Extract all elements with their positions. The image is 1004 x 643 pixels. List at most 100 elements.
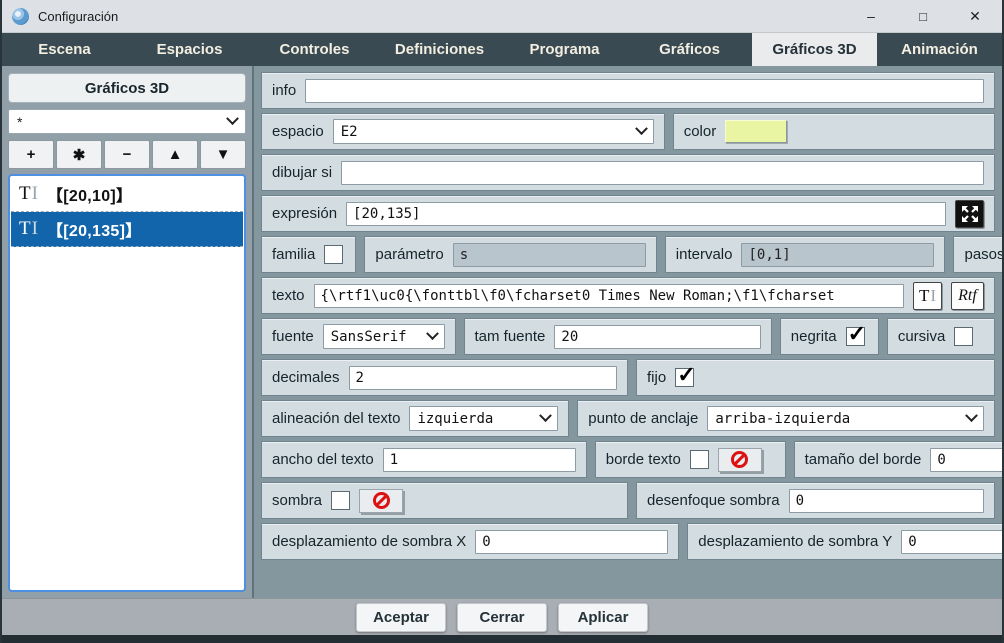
dibujar-si-group: dibujar si bbox=[261, 154, 995, 191]
negrita-group: negrita bbox=[780, 318, 879, 355]
fijo-checkbox[interactable] bbox=[675, 368, 694, 387]
rtf-editor-button[interactable]: Rtf bbox=[951, 282, 984, 310]
list-item[interactable]: TI 【[20,10]】 bbox=[11, 177, 243, 212]
decimales-input[interactable] bbox=[349, 366, 617, 390]
espacio-label: espacio bbox=[272, 123, 324, 140]
tab-graficos-3d[interactable]: Gráficos 3D bbox=[752, 33, 877, 66]
alineacion-select[interactable]: izquierda bbox=[409, 406, 558, 431]
list-item-label: 【[20,10]】 bbox=[47, 182, 132, 206]
window-title: Configuración bbox=[38, 9, 118, 24]
borde-texto-group: borde texto bbox=[595, 441, 786, 478]
cursiva-group: cursiva bbox=[887, 318, 995, 355]
chevron-down-icon bbox=[426, 327, 439, 340]
tam-fuente-input[interactable] bbox=[554, 325, 760, 349]
dibujar-si-input[interactable] bbox=[341, 161, 984, 185]
sombra-checkbox[interactable] bbox=[331, 491, 350, 510]
fuente-select[interactable]: SansSerif bbox=[323, 324, 445, 349]
tab-graficos[interactable]: Gráficos bbox=[627, 33, 752, 66]
intervalo-input bbox=[741, 243, 934, 267]
move-up-button[interactable]: ▲ bbox=[152, 140, 198, 169]
chevron-down-icon bbox=[226, 112, 239, 125]
no-color-icon bbox=[731, 451, 748, 468]
negrita-checkbox[interactable] bbox=[846, 327, 865, 346]
chevron-down-icon bbox=[539, 409, 552, 422]
apply-button[interactable]: Aplicar bbox=[558, 603, 648, 632]
list-item-selected[interactable]: TI 【[20,135]】 bbox=[11, 212, 243, 247]
text-object-icon: TI bbox=[19, 183, 38, 205]
cursiva-checkbox[interactable] bbox=[954, 327, 973, 346]
accept-button[interactable]: Aceptar bbox=[356, 603, 446, 632]
close-button[interactable]: Cerrar bbox=[457, 603, 547, 632]
ancho-texto-input[interactable] bbox=[383, 448, 576, 472]
decimales-group: decimales bbox=[261, 359, 628, 396]
parametro-input bbox=[453, 243, 646, 267]
intervalo-group: intervalo bbox=[665, 236, 946, 273]
fijo-group: fijo bbox=[636, 359, 995, 396]
color-label: color bbox=[684, 123, 717, 140]
tab-controles[interactable]: Controles bbox=[252, 33, 377, 66]
info-group: info bbox=[261, 72, 995, 109]
sombra-color-button[interactable] bbox=[359, 489, 403, 513]
minimize-icon[interactable]: – bbox=[862, 9, 880, 23]
tam-fuente-label: tam fuente bbox=[475, 328, 546, 345]
tab-definiciones[interactable]: Definiciones bbox=[377, 33, 502, 66]
objects-sidebar: Gráficos 3D * + ✱ − ▲ ▼ TI 【[20,10]】 TI … bbox=[2, 66, 254, 598]
maximize-icon[interactable]: □ bbox=[914, 10, 932, 23]
color-swatch[interactable] bbox=[725, 120, 787, 143]
espacio-group: espacio E2 bbox=[261, 113, 665, 150]
espacio-select[interactable]: E2 bbox=[333, 119, 654, 144]
ancho-texto-label: ancho del texto bbox=[272, 451, 374, 468]
anclaje-label: punto de anclaje bbox=[588, 410, 698, 427]
plain-text-button[interactable]: TI bbox=[913, 282, 942, 310]
familia-checkbox[interactable] bbox=[324, 245, 343, 264]
add-object-button[interactable]: + bbox=[8, 140, 54, 169]
desp-x-label: desplazamiento de sombra X bbox=[272, 533, 466, 550]
text-cursor-icon: I bbox=[930, 286, 936, 306]
dialog-content: Gráficos 3D * + ✱ − ▲ ▼ TI 【[20,10]】 TI … bbox=[2, 66, 1002, 598]
pasos-label: pasos bbox=[964, 246, 1002, 263]
close-icon[interactable]: ✕ bbox=[966, 9, 984, 23]
borde-texto-label: borde texto bbox=[606, 451, 681, 468]
tab-programa[interactable]: Programa bbox=[502, 33, 627, 66]
anclaje-value: arriba-izquierda bbox=[715, 411, 959, 427]
info-input[interactable] bbox=[305, 79, 984, 103]
fuente-value: SansSerif bbox=[331, 329, 420, 345]
tab-espacios[interactable]: Espacios bbox=[127, 33, 252, 66]
desp-y-input[interactable] bbox=[901, 530, 1002, 554]
list-item-label: 【[20,135]】 bbox=[47, 217, 142, 241]
object-filter-select[interactable]: * bbox=[8, 109, 246, 134]
chevron-down-icon bbox=[635, 122, 648, 135]
parametro-label: parámetro bbox=[375, 246, 443, 263]
tab-bar: Escena Espacios Controles Definiciones P… bbox=[2, 33, 1002, 66]
move-down-button[interactable]: ▼ bbox=[200, 140, 246, 169]
desp-y-label: desplazamiento de sombra Y bbox=[698, 533, 892, 550]
remove-object-button[interactable]: − bbox=[104, 140, 150, 169]
expresion-group: expresión bbox=[261, 195, 995, 232]
window-controls: – □ ✕ bbox=[862, 9, 992, 23]
borde-texto-checkbox[interactable] bbox=[690, 450, 709, 469]
anclaje-select[interactable]: arriba-izquierda bbox=[707, 406, 984, 431]
expresion-input[interactable] bbox=[346, 202, 946, 226]
intervalo-label: intervalo bbox=[676, 246, 733, 263]
expresion-label: expresión bbox=[272, 205, 337, 222]
app-icon bbox=[12, 8, 29, 25]
tamano-borde-label: tamaño del borde bbox=[805, 451, 922, 468]
fuente-label: fuente bbox=[272, 328, 314, 345]
espacio-value: E2 bbox=[341, 124, 629, 140]
texto-input[interactable] bbox=[314, 284, 904, 308]
borde-color-button[interactable] bbox=[718, 448, 762, 472]
tab-escena[interactable]: Escena bbox=[2, 33, 127, 66]
desenfoque-group: desenfoque sombra bbox=[636, 482, 995, 519]
alineacion-group: alineación del texto izquierda bbox=[261, 400, 569, 437]
desenfoque-input[interactable] bbox=[789, 489, 984, 513]
expand-editor-button[interactable] bbox=[955, 200, 984, 228]
clone-object-button[interactable]: ✱ bbox=[56, 140, 102, 169]
desp-x-input[interactable] bbox=[475, 530, 668, 554]
tam-fuente-group: tam fuente bbox=[464, 318, 772, 355]
desp-y-group: desplazamiento de sombra Y bbox=[687, 523, 1002, 560]
tamano-borde-input[interactable] bbox=[930, 448, 1002, 472]
configuration-dialog: Configuración – □ ✕ Escena Espacios Cont… bbox=[0, 0, 1004, 643]
anclaje-group: punto de anclaje arriba-izquierda bbox=[577, 400, 995, 437]
alineacion-value: izquierda bbox=[417, 411, 533, 427]
tab-animacion[interactable]: Animación bbox=[877, 33, 1002, 66]
